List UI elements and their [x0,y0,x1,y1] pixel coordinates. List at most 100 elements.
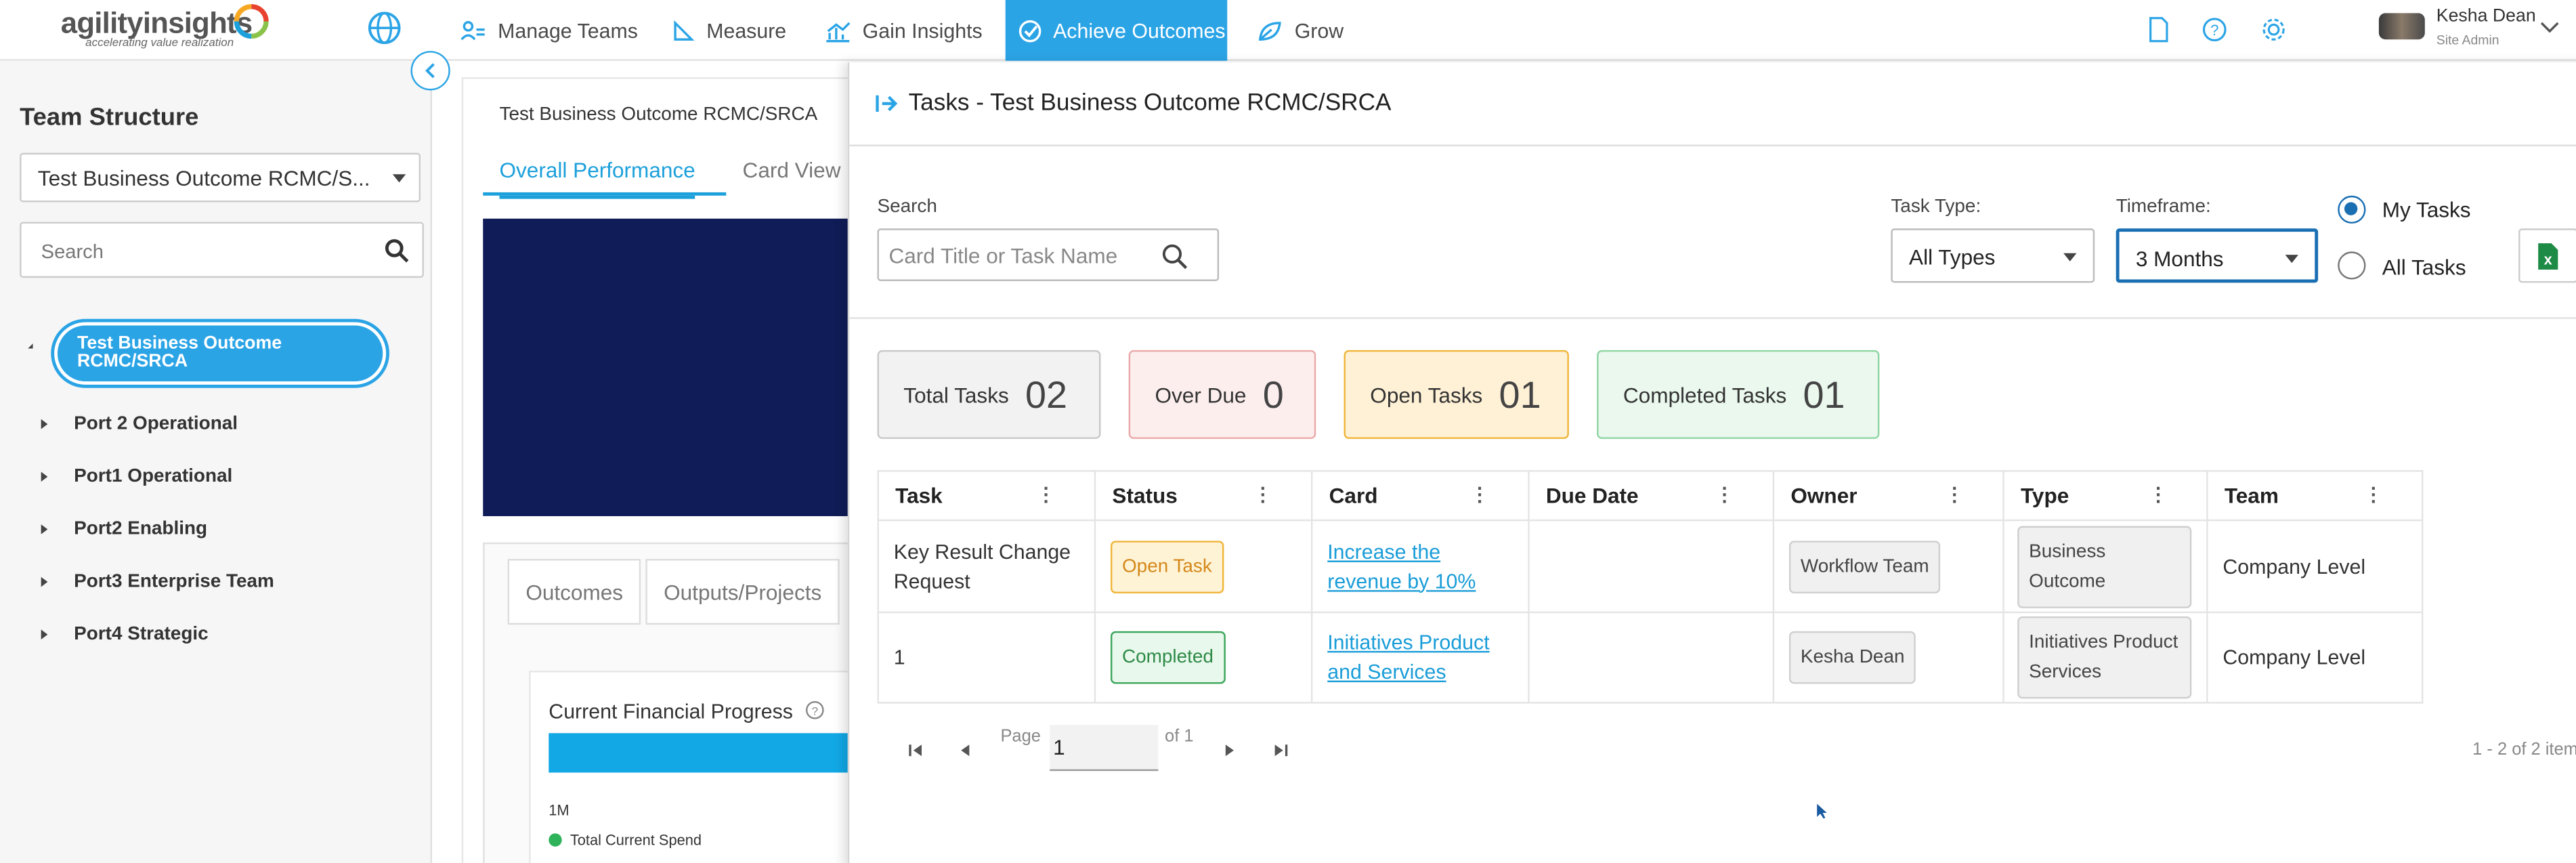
tree-item-port1-operational[interactable]: Port1 Operational [74,467,232,486]
column-menu-icon[interactable]: · · · [1721,478,1728,511]
tree-expand-icon[interactable] [41,419,48,429]
stat-value: 01 [1803,372,1845,415]
column-menu-icon[interactable]: · · · [1952,478,1958,511]
column-label: Task [895,483,943,508]
help-icon[interactable]: ? [805,700,825,720]
collapse-sidebar-button[interactable] [410,51,450,91]
table-header-row: Task · · · Status · · · Card · · · Due Date · · · Ow… [877,470,2424,522]
column-label: Due Date [1545,483,1639,508]
team-select[interactable]: Test Business Outcome RCMC/S... [20,152,421,203]
column-label: Owner [1790,483,1858,508]
search-icon[interactable] [385,238,409,263]
last-page-icon[interactable] [1273,743,1288,758]
tree-expand-icon[interactable] [41,524,48,534]
owner-chip: Workflow Team [1788,540,1941,593]
globe-icon[interactable] [366,10,402,46]
tree-expand-icon[interactable] [41,576,48,587]
page-count: of 1 [1165,726,1194,746]
sidebar-title: Team Structure [20,103,199,132]
first-page-icon[interactable] [909,743,924,758]
card-cell: Increase the revenue by 10% [1310,519,1530,614]
next-page-icon[interactable] [1224,743,1235,758]
stat-label: Open Tasks [1370,382,1483,407]
tree-expand-icon[interactable] [41,471,48,482]
tab-card-view[interactable]: Card View [743,158,841,182]
my-tasks-label[interactable]: My Tasks [2382,197,2471,222]
column-label: Team [2224,483,2279,508]
all-tasks-label[interactable]: All Tasks [2382,255,2466,279]
stat-label: Over Due [1155,382,1247,407]
legend-label: Total Current Spend [570,831,702,849]
task-search-input[interactable]: Card Title or Task Name [877,228,1220,281]
nav-measure[interactable]: Measure [672,0,803,61]
logo-mark-icon [234,4,269,39]
type-cell: Initiatives Product Services [2002,611,2208,704]
column-menu-icon[interactable]: · · · [1044,478,1050,511]
excel-icon: x [2538,242,2558,269]
subtab-outputs-projects[interactable]: Outputs/Projects [645,559,840,625]
svg-text:x: x [2544,250,2552,267]
drawer-header: Tasks - Test Business Outcome RCMC/SRCA [849,62,2576,146]
chart-icon [826,21,851,42]
stat-total-tasks: Total Tasks 02 [877,350,1101,439]
previous-page-icon[interactable] [960,743,971,758]
logo[interactable]: agilityinsights [61,7,253,41]
tree-item-port3-enterprise-team[interactable]: Port3 Enterprise Team [74,572,274,591]
card-link[interactable]: Increase the revenue by 10% [1327,540,1476,593]
team-select-value: Test Business Outcome RCMC/S... [37,166,370,191]
financial-title-text: Current Financial Progress [549,700,793,723]
column-header-status[interactable]: Status · · · [1094,470,1313,522]
tree-item-port-2-operational[interactable]: Port 2 Operational [74,415,238,434]
active-tab-underline [483,192,727,196]
nav-manage-teams[interactable]: Manage Teams [460,0,644,61]
stat-value: 0 [1262,372,1284,415]
column-menu-icon[interactable]: · · · [2155,478,2162,511]
ruler-icon [674,19,695,40]
export-excel-button[interactable]: x [2518,228,2576,283]
page-number-input[interactable]: 1 [1050,725,1159,772]
timeframe-value: 3 Months [2135,247,2224,272]
tree-item-port4-strategic[interactable]: Port4 Strategic [74,625,208,644]
column-header-task[interactable]: Task · · · [877,470,1096,522]
task-type-select[interactable]: All Types [1891,228,2095,283]
owner-cell: Workflow Team [1772,519,2004,614]
avatar[interactable] [2378,13,2425,40]
search-input[interactable]: Search [20,222,424,278]
nav-gain-insights[interactable]: Gain Insights [825,0,989,61]
my-tasks-radio[interactable] [2338,195,2366,224]
timeframe-select[interactable]: 3 Months [2116,228,2319,283]
nav-achieve-outcomes[interactable]: Achieve Outcomes [1005,0,1228,61]
tree-expand-icon[interactable] [41,629,48,639]
help-icon[interactable]: ? [2202,16,2228,43]
column-header-owner[interactable]: Owner · · · [1772,470,2004,522]
table-row[interactable]: 1 Completed Initiatives Product and Serv… [877,611,2424,704]
all-tasks-radio[interactable] [2338,251,2366,280]
nav-grow[interactable]: Grow [1257,0,1356,61]
subtab-outcomes[interactable]: Outcomes [507,559,641,625]
column-header-type[interactable]: Type · · · [2002,470,2208,522]
tree-item-port2-enabling[interactable]: Port2 Enabling [74,520,207,539]
card-link[interactable]: Initiatives Product and Services [1327,631,1489,684]
chevron-down-icon[interactable] [2540,22,2560,35]
tree-root-node[interactable]: Test Business Outcome RCMC/SRCA [54,322,387,385]
task-type-value: All Types [1909,245,1996,270]
column-menu-icon[interactable]: · · · [1260,478,1267,511]
owner-cell: Kesha Dean [1772,611,2004,704]
search-label: Search [877,197,937,217]
document-icon[interactable] [2145,16,2172,43]
stat-label: Total Tasks [903,382,1009,407]
column-header-due-date[interactable]: Due Date · · · [1528,470,1775,522]
search-placeholder: Search [41,240,104,264]
table-row[interactable]: Key Result Change Request Open Task Incr… [877,519,2424,614]
pagination-range: 1 - 2 of 2 items [2472,740,2576,760]
column-header-team[interactable]: Team · · · [2206,470,2424,522]
gear-icon[interactable] [2260,16,2287,43]
search-icon[interactable] [1161,243,1188,270]
close-drawer-icon[interactable] [876,92,899,115]
column-menu-icon[interactable]: · · · [1477,478,1484,511]
due-date-cell [1528,519,1775,614]
task-cell: 1 [877,611,1096,704]
column-header-card[interactable]: Card · · · [1310,470,1530,522]
tree-expanded-icon[interactable] [23,343,33,349]
column-menu-icon[interactable]: · · · [2371,478,2378,511]
